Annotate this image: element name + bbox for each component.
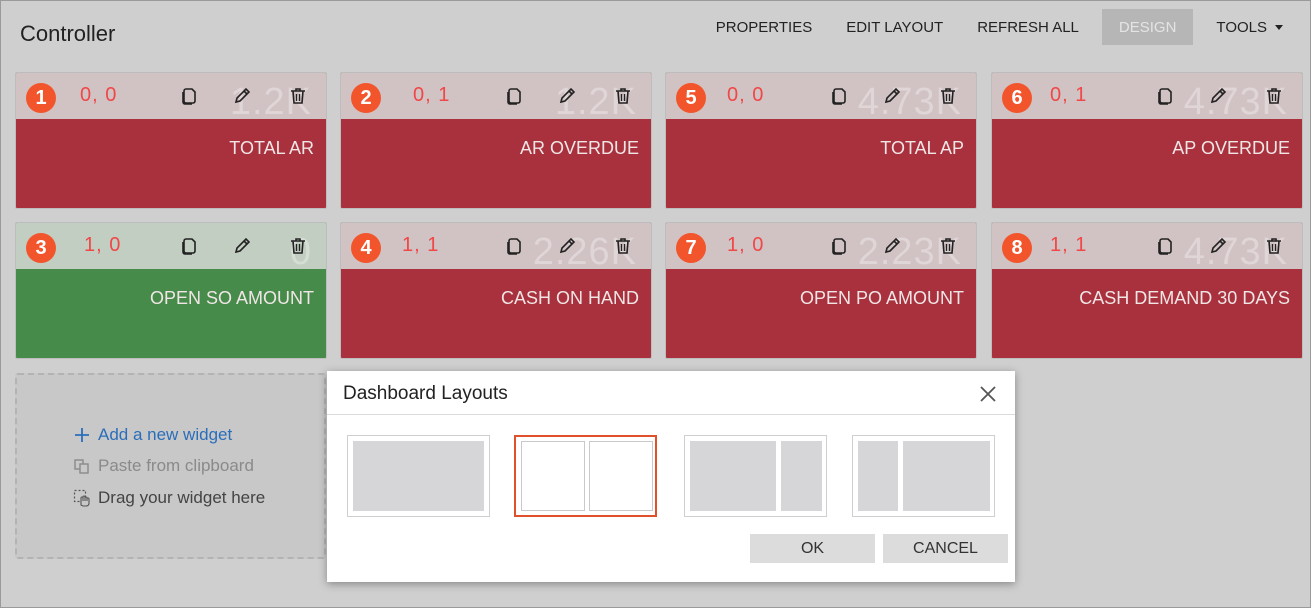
cancel-button[interactable]: CANCEL (883, 534, 1008, 563)
paste-widget-label: Paste from clipboard (98, 456, 254, 475)
pencil-icon[interactable] (1207, 235, 1229, 257)
kpi-widget[interactable]: 1.2K 1 0, 0 TOTAL AR (15, 72, 327, 209)
grid-position: 0, 1 (413, 84, 451, 106)
order-badge: 3 (26, 233, 56, 263)
widget-title: AP OVERDUE (1172, 138, 1290, 158)
widget-title: OPEN PO AMOUNT (799, 288, 964, 308)
pencil-icon[interactable] (1207, 85, 1229, 107)
add-widget-link[interactable]: Add a new widget (73, 425, 232, 445)
grid-position: 1, 1 (402, 234, 440, 256)
close-icon[interactable] (979, 385, 997, 403)
layout-cell (353, 441, 484, 511)
layout-cell (858, 441, 898, 511)
pencil-icon[interactable] (231, 235, 253, 257)
tools-label: TOOLS (1216, 18, 1267, 36)
layout-cell (690, 441, 776, 511)
layout-cell (589, 441, 653, 511)
grid-position: 0, 1 (1050, 84, 1088, 106)
properties-button[interactable]: PROPERTIES (699, 9, 829, 45)
order-badge: 2 (351, 83, 381, 113)
layout-option-two-equal-columns[interactable] (514, 435, 657, 517)
add-widget-label: Add a new widget (98, 425, 233, 444)
widget-header (16, 223, 326, 269)
order-badge: 6 (1002, 83, 1032, 113)
grid-position: 1, 1 (1050, 234, 1088, 256)
kpi-widget[interactable]: 4.73K 5 0, 0 TOTAL AP (665, 72, 977, 209)
pencil-icon[interactable] (881, 235, 903, 257)
plus-icon (73, 426, 91, 444)
grid-position: 0, 0 (727, 84, 765, 106)
trash-icon[interactable] (1263, 85, 1285, 107)
drag-hand-icon (73, 489, 91, 507)
trash-icon[interactable] (937, 235, 959, 257)
trash-icon[interactable] (287, 235, 309, 257)
layout-cell (903, 441, 990, 511)
layout-cell (521, 441, 585, 511)
dialog-title: Dashboard Layouts (343, 383, 508, 404)
copy-icon[interactable] (828, 235, 850, 257)
refresh-all-button[interactable]: REFRESH ALL (960, 9, 1096, 45)
kpi-widget[interactable]: 1.2K 2 0, 1 AR OVERDUE (340, 72, 652, 209)
design-button[interactable]: DESIGN (1101, 9, 1194, 45)
order-badge: 5 (676, 83, 706, 113)
kpi-widget[interactable]: 2.26K 4 1, 1 CASH ON HAND (340, 222, 652, 359)
copy-icon[interactable] (828, 85, 850, 107)
dialog-header: Dashboard Layouts (327, 371, 1015, 415)
kpi-widget[interactable]: 4.73K 6 0, 1 AP OVERDUE (991, 72, 1303, 209)
widget-title: CASH ON HAND (500, 288, 639, 308)
pencil-icon[interactable] (556, 85, 578, 107)
edit-layout-button[interactable]: EDIT LAYOUT (829, 9, 960, 45)
widget-title: TOTAL AR (229, 138, 314, 158)
pencil-icon[interactable] (881, 85, 903, 107)
copy-icon[interactable] (178, 235, 200, 257)
order-badge: 4 (351, 233, 381, 263)
order-badge: 8 (1002, 233, 1032, 263)
drag-widget-label: Drag your widget here (98, 488, 266, 507)
layout-cell (781, 441, 822, 511)
order-badge: 7 (676, 233, 706, 263)
copy-icon[interactable] (503, 85, 525, 107)
page-title: Controller (20, 21, 116, 46)
trash-icon[interactable] (287, 85, 309, 107)
dashboard-layouts-dialog: Dashboard Layouts OK CANCEL (327, 371, 1015, 582)
copy-icon[interactable] (178, 85, 200, 107)
widget-title: TOTAL AP (880, 138, 964, 158)
trash-icon[interactable] (612, 235, 634, 257)
widget-title: OPEN SO AMOUNT (149, 288, 314, 308)
caret-down-icon (1275, 24, 1283, 30)
widget-drop-zone[interactable]: Add a new widget Paste from clipboard Dr… (15, 373, 326, 559)
pencil-icon[interactable] (556, 235, 578, 257)
widget-title: AR OVERDUE (519, 138, 639, 158)
trash-icon[interactable] (1263, 235, 1285, 257)
toolbar: PROPERTIES EDIT LAYOUT REFRESH ALL DESIG… (699, 9, 1300, 45)
kpi-widget[interactable]: 2.23K 7 1, 0 OPEN PO AMOUNT (665, 222, 977, 359)
kpi-widget[interactable]: 4.73K 8 1, 1 CASH DEMAND 30 DAYS (991, 222, 1303, 359)
order-badge: 1 (26, 83, 56, 113)
ok-button[interactable]: OK (750, 534, 875, 563)
layout-option-wide-left[interactable] (684, 435, 827, 517)
paste-widget-link[interactable]: Paste from clipboard (73, 456, 254, 476)
copy-icon[interactable] (1154, 85, 1176, 107)
copy-icon[interactable] (503, 235, 525, 257)
trash-icon[interactable] (612, 85, 634, 107)
clipboard-icon (73, 457, 91, 475)
trash-icon[interactable] (937, 85, 959, 107)
widget-title: CASH DEMAND 30 DAYS (1079, 288, 1290, 308)
kpi-widget[interactable]: 0 3 1, 0 OPEN SO AMOUNT (15, 222, 327, 359)
copy-icon[interactable] (1154, 235, 1176, 257)
layout-option-wide-right[interactable] (852, 435, 995, 517)
tools-menu-button[interactable]: TOOLS (1199, 9, 1300, 45)
grid-position: 0, 0 (80, 84, 118, 106)
layout-option-one-column[interactable] (347, 435, 490, 517)
pencil-icon[interactable] (231, 85, 253, 107)
grid-position: 1, 0 (727, 234, 765, 256)
grid-position: 1, 0 (84, 234, 122, 256)
drag-widget-hint: Drag your widget here (73, 488, 265, 508)
